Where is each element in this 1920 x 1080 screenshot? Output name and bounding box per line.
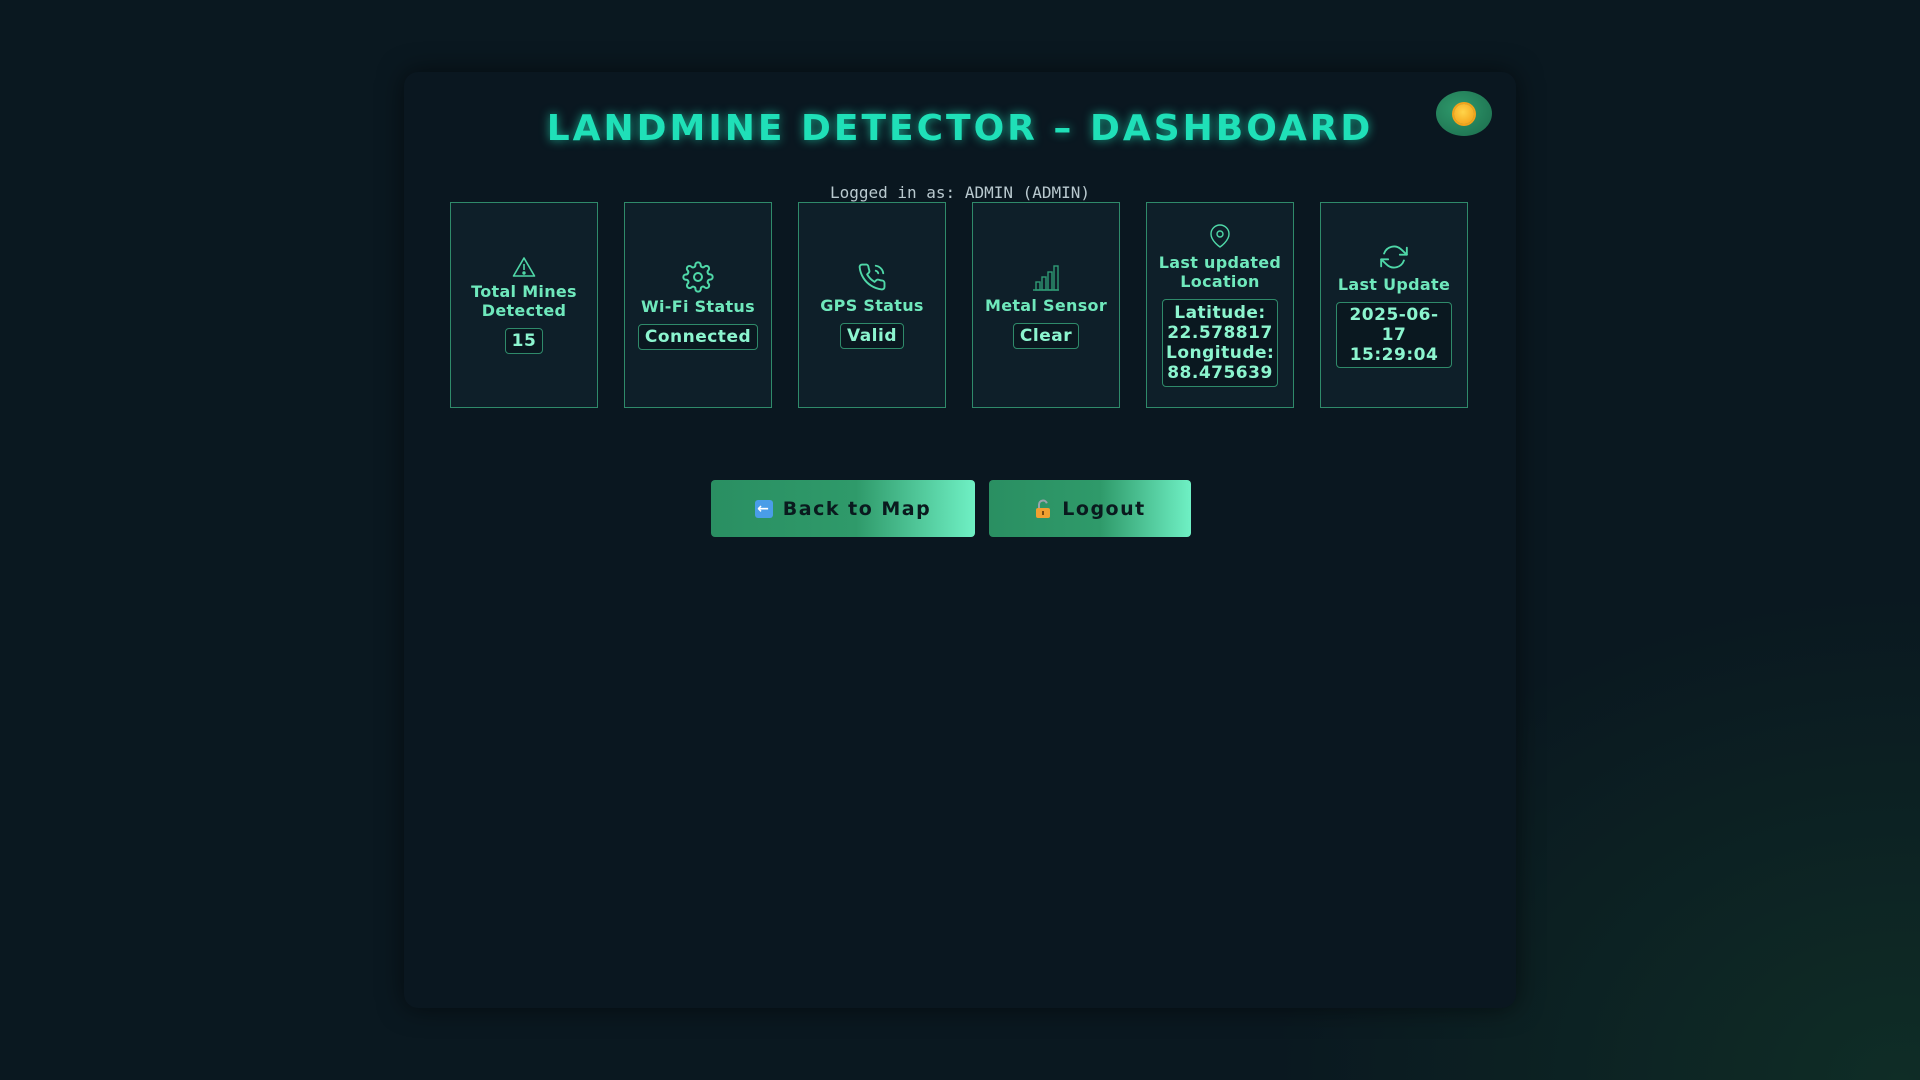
back-to-map-label: Back to Map [782,497,932,520]
last-update-value: 2025-06-17 15:29:04 [1336,301,1452,368]
mines-count-value: 15 [504,328,544,354]
last-update-card: Last Update 2025-06-17 15:29:04 [1320,202,1468,408]
card-label: Metal Sensor [984,295,1108,315]
location-value: Latitude: 22.578817 Longitude: 88.475639 [1162,299,1278,387]
wifi-status-value: Connected [637,323,759,350]
logout-label: Logout [1062,497,1146,520]
map-pin-icon [1208,223,1232,249]
longitude-label: Longitude: [1166,343,1275,363]
gps-status-value: Valid [839,322,905,349]
location-card: Last updated Location Latitude: 22.57881… [1146,202,1294,408]
wifi-status-card: Wi-Fi Status Connected [624,202,772,408]
card-label: Total Mines Detected [471,282,577,320]
back-to-map-button[interactable]: ← Back to Map [711,480,975,537]
logout-button[interactable]: Logout [989,480,1191,537]
latitude-value: 22.578817 [1167,323,1273,343]
signal-bars-icon [1031,262,1061,292]
page-title: LANDMINE DETECTOR – DASHBOARD [546,108,1374,149]
gear-icon [682,260,714,293]
card-label: Last Update [1337,274,1451,294]
metal-sensor-card: Metal Sensor Clear [972,202,1120,408]
latitude-label: Latitude: [1174,303,1266,323]
refresh-icon [1380,243,1408,271]
longitude-value: 88.475639 [1167,363,1273,383]
total-mines-card: Total Mines Detected 15 [450,202,598,408]
unlock-icon [1034,499,1052,519]
action-buttons: ← Back to Map Logout [404,480,1516,537]
phone-icon [857,262,887,292]
card-label: GPS Status [820,295,924,315]
metal-sensor-value: Clear [1012,322,1080,349]
logged-in-prefix: Logged in as: [829,183,965,202]
card-label: Last updated Location [1158,253,1282,291]
logged-in-status: Logged in as: ADMIN (ADMIN) [404,183,1516,202]
gps-status-card: GPS Status Valid [798,202,946,408]
left-arrow-icon: ← [754,499,773,518]
warning-triangle-icon [512,256,536,278]
dashboard-panel: LANDMINE DETECTOR – DASHBOARD Logged in … [404,72,1516,1008]
logged-in-user: ADMIN (ADMIN) [964,183,1091,202]
card-label: Wi-Fi Status [641,296,755,316]
